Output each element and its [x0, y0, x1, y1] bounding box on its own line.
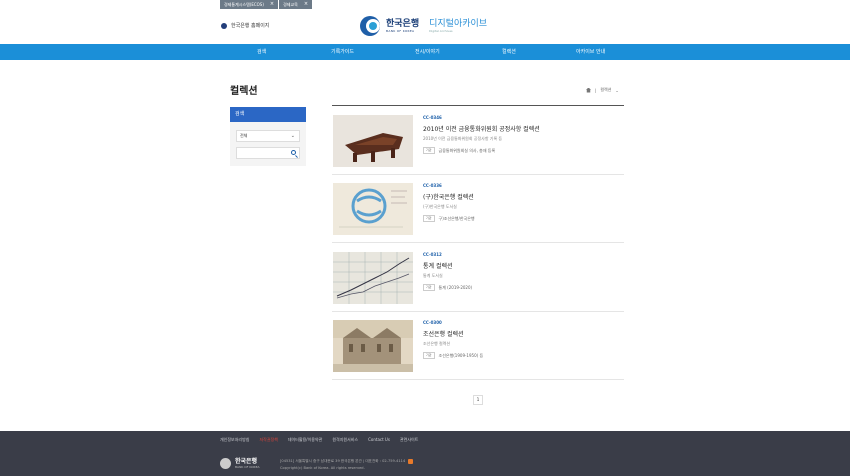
- collection-subtitle: 조선은행 컬렉션: [423, 341, 451, 346]
- chevron-down-icon: ⌄: [290, 133, 295, 139]
- tag-value: 구)조선은행/한국은행: [438, 215, 475, 221]
- collection-thumbnail[interactable]: [333, 183, 413, 235]
- footer-link[interactable]: 원격지원서비스: [332, 437, 358, 443]
- footer-address-text: [04531] 서울특별시 중구 남대문로 39 한국은행 본관 | 대표전화 …: [280, 459, 406, 463]
- breadcrumb-current[interactable]: 컬렉션: [600, 87, 611, 93]
- tag-value: 조선은행(1909-1950) 등: [438, 352, 484, 358]
- logo-korean: 한국은행: [386, 19, 420, 29]
- footer-logo: 한국은행 BANK OF KOREA: [220, 458, 260, 469]
- tag-label: 기관: [423, 147, 435, 154]
- bank-emblem-icon: [360, 16, 380, 36]
- footer-link[interactable]: Contact Us: [368, 437, 390, 443]
- collection-thumbnail[interactable]: [333, 320, 413, 372]
- nav-item-guide[interactable]: 기록가이드: [331, 44, 354, 60]
- rss-icon[interactable]: [408, 459, 414, 464]
- search-icon[interactable]: [291, 150, 296, 155]
- collection-thumbnail[interactable]: [333, 252, 413, 304]
- collection-code: CC-0336: [423, 183, 442, 188]
- collection-tags: 기관 금융통화위원회실 의사, 총재 등록: [423, 147, 495, 154]
- nav-item-about[interactable]: 아카이브 안내: [576, 44, 605, 60]
- chevron-down-icon[interactable]: ⌄: [615, 88, 618, 93]
- tag-label: 기관: [423, 284, 435, 291]
- main-nav: 검색 기록가이드 전시/이야기 컬렉션 아카이브 안내: [0, 44, 850, 60]
- collection-tags: 기관 구)조선은행/한국은행: [423, 215, 475, 222]
- collection-title[interactable]: 통계 컬렉션: [423, 261, 453, 270]
- breadcrumb: | 컬렉션 ⌄: [586, 87, 619, 93]
- collection-thumbnail[interactable]: [333, 115, 413, 167]
- footer-logo-korean: 한국은행: [235, 458, 258, 465]
- home-link-label: 한국은행 홈페이지: [231, 23, 270, 29]
- page-title: 컬렉션: [230, 86, 258, 97]
- footer-address: [04531] 서울특별시 중구 남대문로 39 한국은행 본관 | 대표전화 …: [280, 459, 414, 464]
- category-select[interactable]: 전체 ⌄: [236, 130, 300, 142]
- footer-link[interactable]: 개인정보처리방침: [220, 437, 249, 443]
- home-icon[interactable]: [586, 87, 591, 93]
- sidebar-search-panel: 전체 ⌄: [230, 122, 306, 167]
- archive-subtitle: Digital Archives: [429, 29, 453, 33]
- footer-link[interactable]: 데이터활용/이용약관: [288, 437, 322, 443]
- nav-item-search[interactable]: 검색: [257, 44, 266, 60]
- breadcrumb-separator: |: [595, 87, 597, 93]
- tag-value: 통계 (2019-2020): [438, 284, 473, 290]
- collection-tags: 기관 통계 (2019-2020): [423, 284, 472, 291]
- list-item[interactable]: CC-0312 통계 컬렉션 통계 도서실 기관 통계 (2019-2020): [332, 252, 624, 312]
- site-header: 한국은행 홈페이지 한국은행 BANK OF KOREA 디지털아카이브 Dig…: [0, 9, 850, 44]
- footer-links: 개인정보처리방침 저작권정책 데이터활용/이용약관 원격지원서비스 Contac…: [220, 437, 418, 443]
- footer-copyright: Copyright(c) Bank of Korea. All rights r…: [280, 466, 365, 470]
- search-box: [236, 147, 300, 167]
- bank-emblem-icon: [220, 458, 231, 469]
- collection-code: CC-0300: [423, 320, 442, 325]
- close-icon[interactable]: ×: [304, 0, 308, 9]
- list-item[interactable]: CC-0300 조선은행 컬렉션 조선은행 컬렉션 기관 조선은행(1909-1…: [332, 320, 624, 380]
- tag-label: 기관: [423, 352, 435, 359]
- site-footer: 개인정보처리방침 저작권정책 데이터활용/이용약관 원격지원서비스 Contac…: [0, 431, 850, 476]
- top-tab-label: 경제통계시스템(ECOS): [224, 2, 264, 7]
- logo-english: BANK OF KOREA: [386, 29, 415, 33]
- collection-code: CC-0312: [423, 252, 442, 257]
- top-tab[interactable]: 경제통계시스템(ECOS) ×: [220, 0, 280, 9]
- footer-logo-english: BANK OF KOREA: [235, 465, 260, 469]
- category-select-value: 전체: [240, 133, 248, 138]
- close-icon[interactable]: ×: [270, 0, 274, 9]
- collection-title[interactable]: 2010년 이전 금융통화위원회 공정사항 컬렉션: [423, 124, 540, 133]
- top-tab[interactable]: 경제교육 ×: [279, 0, 314, 9]
- collection-title[interactable]: 조선은행 컬렉션: [423, 329, 464, 338]
- nav-item-collection[interactable]: 컬렉션: [502, 44, 516, 60]
- tag-label: 기관: [423, 215, 435, 222]
- bank-logo-icon: [221, 22, 227, 29]
- footer-link[interactable]: 저작권정책: [259, 437, 277, 443]
- collection-code: CC-0346: [423, 115, 442, 120]
- collection-title[interactable]: (구)한국은행 컬렉션: [423, 192, 474, 201]
- search-input[interactable]: [237, 156, 289, 167]
- collection-subtitle: 2010년 이전 금융통화위원회 공정사항 기록 등: [423, 136, 503, 141]
- top-tab-label: 경제교육: [283, 2, 298, 7]
- home-link[interactable]: 한국은행 홈페이지: [221, 22, 269, 29]
- site-logo[interactable]: 한국은행 BANK OF KOREA 디지털아카이브 Digital Archi…: [360, 16, 487, 36]
- tag-value: 금융통화위원회실 의사, 총재 등록: [438, 147, 496, 153]
- archive-title: 디지털아카이브: [429, 19, 488, 29]
- nav-item-exhibition[interactable]: 전시/이야기: [415, 44, 440, 60]
- footer-link[interactable]: 관련사이트: [400, 437, 418, 443]
- top-tab-strip: 경제통계시스템(ECOS) × 경제교육 ×: [220, 0, 314, 9]
- list-item[interactable]: CC-0346 2010년 이전 금융통화위원회 공정사항 컬렉션 2010년 …: [332, 115, 624, 175]
- collection-tags: 기관 조선은행(1909-1950) 등: [423, 352, 483, 359]
- list-item[interactable]: CC-0336 (구)한국은행 컬렉션 (구)한국은행 도서실 기관 구)조선은…: [332, 183, 624, 243]
- collection-subtitle: (구)한국은행 도서실: [423, 204, 457, 209]
- list-divider: [332, 105, 624, 106]
- collection-subtitle: 통계 도서실: [423, 273, 443, 278]
- page-number-current[interactable]: 1: [473, 395, 483, 405]
- sidebar-heading: 검색: [230, 107, 306, 122]
